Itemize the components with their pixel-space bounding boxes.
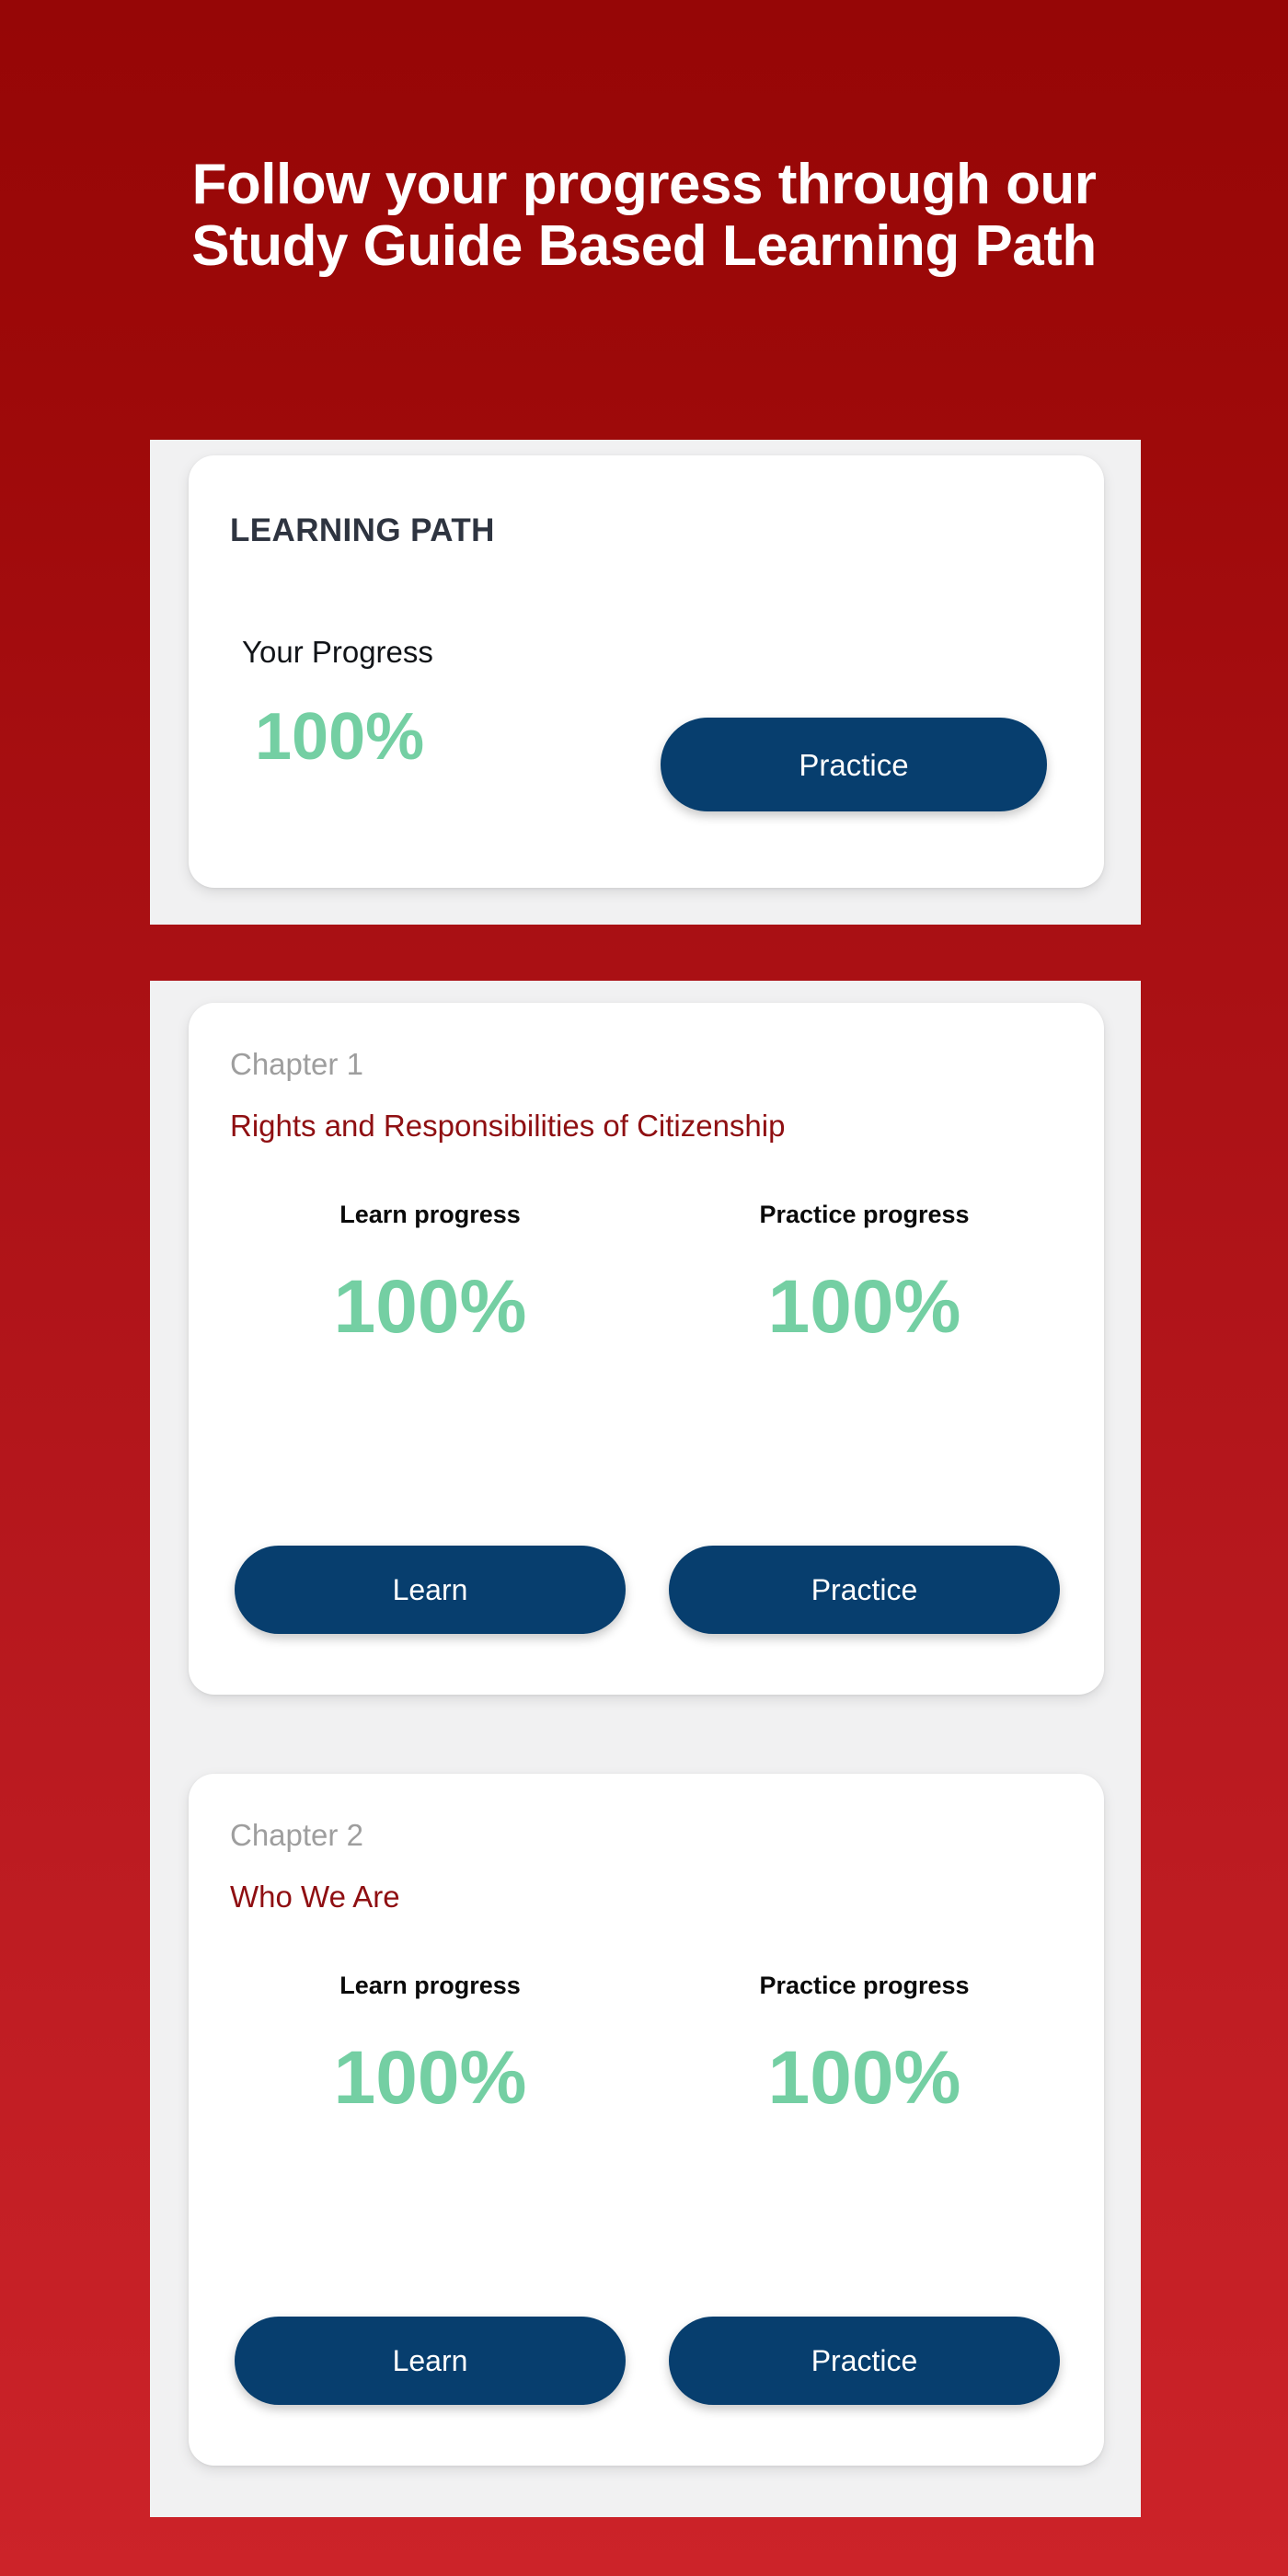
chapter-number: Chapter 1 bbox=[230, 1047, 363, 1081]
your-progress-value: 100% bbox=[255, 700, 425, 774]
practice-progress-label: Practice progress bbox=[759, 1972, 970, 1999]
your-progress-label: Your Progress bbox=[242, 635, 433, 669]
chapter-title: Rights and Responsibilities of Citizensh… bbox=[230, 1109, 786, 1143]
practice-progress-value: 100% bbox=[767, 1265, 961, 1349]
practice-progress-label: Practice progress bbox=[759, 1201, 970, 1228]
chapter-practice-button[interactable]: Practice bbox=[669, 2317, 1060, 2405]
headline-line-2: Study Guide Based Learning Path bbox=[191, 213, 1097, 278]
learning-path-practice-button[interactable]: Practice bbox=[661, 718, 1047, 811]
chapter-card: Chapter 1 Rights and Responsibilities of… bbox=[189, 1003, 1104, 1695]
chapter-learn-button[interactable]: Learn bbox=[235, 1546, 626, 1634]
practice-progress-value: 100% bbox=[767, 2036, 961, 2120]
learn-progress-label: Learn progress bbox=[339, 1201, 521, 1228]
chapter-number: Chapter 2 bbox=[230, 1818, 363, 1852]
learn-progress-value: 100% bbox=[333, 2036, 527, 2120]
chapter-title: Who We Are bbox=[230, 1880, 400, 1914]
learn-progress-label: Learn progress bbox=[339, 1972, 521, 1999]
chapter-card: Chapter 2 Who We Are Learn progress Prac… bbox=[189, 1774, 1104, 2466]
chapter-learn-button[interactable]: Learn bbox=[235, 2317, 626, 2405]
chapter-practice-button[interactable]: Practice bbox=[669, 1546, 1060, 1634]
learn-progress-value: 100% bbox=[333, 1265, 527, 1349]
learning-path-card: LEARNING PATH Your Progress 100% Practic… bbox=[189, 455, 1104, 888]
page-headline: Follow your progress through our Study G… bbox=[0, 153, 1288, 278]
learning-path-title: LEARNING PATH bbox=[230, 512, 495, 548]
headline-line-1: Follow your progress through our bbox=[191, 153, 1097, 216]
